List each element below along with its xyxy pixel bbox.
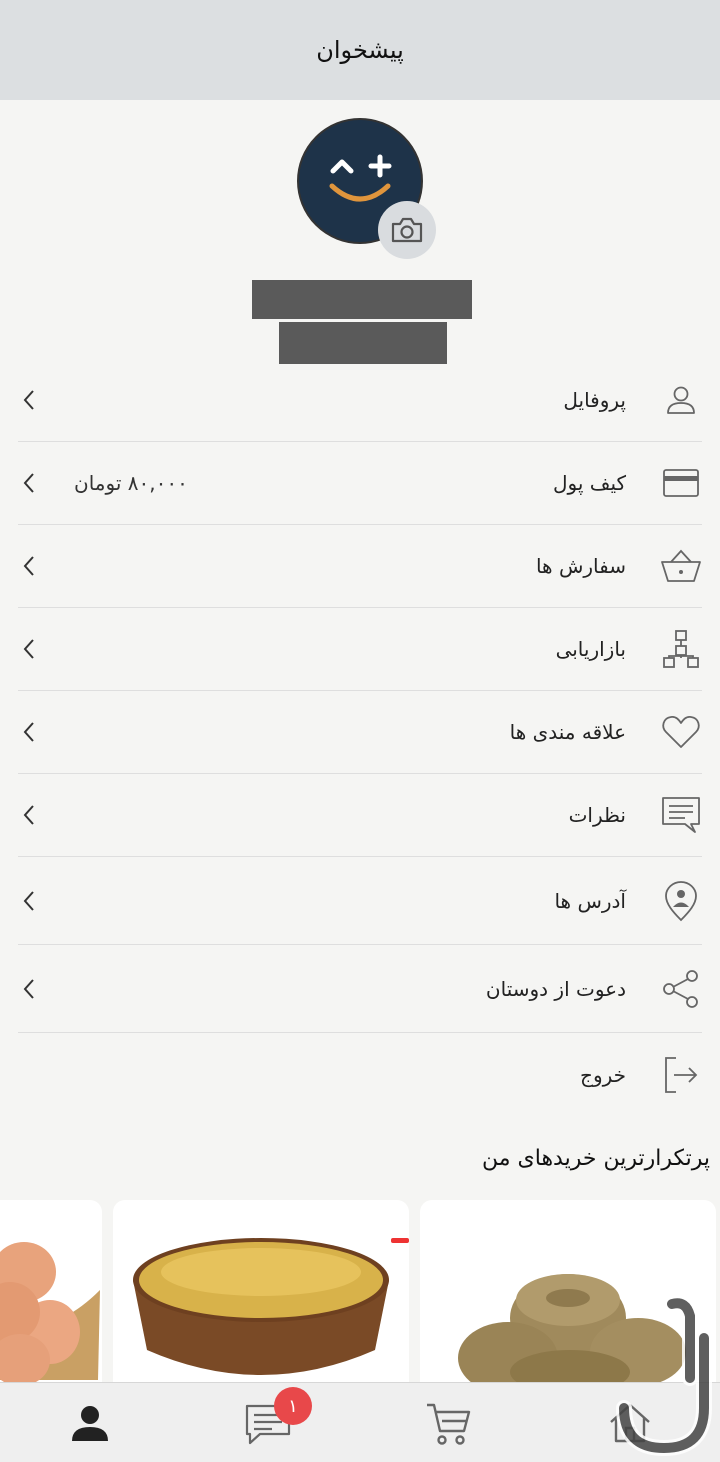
menu-item-label: علاقه مندی ها	[509, 720, 626, 744]
chevron-left-icon	[23, 978, 34, 999]
menu-item-logout[interactable]: خروج	[18, 1033, 702, 1117]
chevron-left-icon	[23, 639, 34, 659]
location-pin-icon	[660, 880, 702, 922]
comment-icon	[660, 794, 702, 836]
menu-item-marketing[interactable]: بازاریابی	[18, 608, 702, 691]
share-icon	[660, 968, 702, 1010]
change-photo-button[interactable]	[378, 201, 436, 259]
cart-icon	[427, 1403, 471, 1445]
menu-item-addresses[interactable]: آدرس ها	[18, 857, 702, 945]
menu-item-label: خروج	[580, 1063, 626, 1087]
product-card[interactable]	[0, 1200, 102, 1384]
menu-item-invite-friends[interactable]: دعوت از دوستان	[18, 945, 702, 1033]
logout-icon	[660, 1054, 702, 1096]
menu-item-comments[interactable]: نظرات	[18, 774, 702, 857]
frequent-purchases-title: پرتکرارترین خریدهای من	[482, 1146, 710, 1171]
wallet-card-icon	[660, 462, 702, 504]
profile-icon	[72, 1406, 108, 1441]
wallet-balance: ۸۰,۰۰۰ تومان	[74, 471, 188, 495]
product-image	[0, 1242, 100, 1384]
top-app-bar: پیشخوان	[0, 0, 720, 100]
menu-item-profile[interactable]: پروفایل	[18, 358, 702, 442]
menu-item-favorites[interactable]: علاقه مندی ها	[18, 691, 702, 774]
nav-messages-button[interactable]: ۱	[238, 1387, 312, 1453]
redacted-user-name	[252, 280, 472, 319]
chevron-left-icon	[23, 473, 34, 493]
menu-item-label: پروفایل	[563, 387, 626, 412]
unread-messages-badge: ۱	[274, 1387, 312, 1425]
nav-cart-button[interactable]	[418, 1393, 478, 1453]
chevron-left-icon	[23, 890, 34, 911]
user-icon	[660, 379, 702, 421]
nav-profile-button[interactable]	[60, 1393, 120, 1453]
account-menu: پروفایل کیف پول ۸۰,۰۰۰ تومان سفارش ها با…	[18, 358, 702, 1117]
basket-icon	[660, 545, 702, 587]
product-image	[133, 1238, 389, 1375]
chevron-left-icon	[23, 805, 34, 825]
menu-item-orders[interactable]: سفارش ها	[18, 525, 702, 608]
chevron-left-icon	[23, 722, 34, 742]
product-card[interactable]	[113, 1200, 409, 1384]
discount-badge	[391, 1238, 409, 1243]
heart-icon	[660, 711, 702, 753]
menu-item-label: کیف پول	[552, 471, 626, 495]
network-icon	[660, 628, 702, 670]
menu-item-label: دعوت از دوستان	[485, 976, 626, 1001]
chevron-left-icon	[23, 556, 34, 576]
menu-item-wallet[interactable]: کیف پول ۸۰,۰۰۰ تومان	[18, 442, 702, 525]
menu-item-label: آدرس ها	[554, 888, 626, 913]
menu-item-label: سفارش ها	[535, 554, 626, 578]
camera-icon	[391, 217, 423, 243]
page-title: پیشخوان	[316, 36, 404, 64]
menu-item-label: نظرات	[568, 803, 626, 827]
chevron-left-icon	[23, 389, 34, 410]
avatar-container	[297, 118, 436, 259]
menu-item-label: بازاریابی	[555, 637, 626, 661]
store-watermark-logo	[616, 1298, 712, 1457]
